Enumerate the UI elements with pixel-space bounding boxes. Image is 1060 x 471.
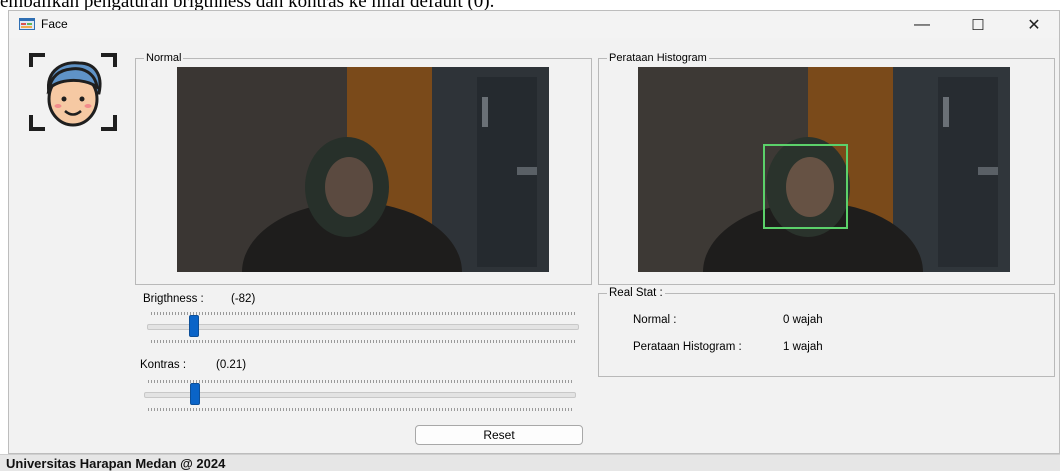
- brightness-label: Brigthness :: [143, 293, 204, 305]
- normal-group-label: Normal: [144, 51, 184, 65]
- reset-button[interactable]: Reset: [415, 425, 583, 445]
- close-button[interactable]: ✕: [1011, 11, 1057, 38]
- form-app-icon: [19, 18, 35, 30]
- stat-normal-label: Normal :: [633, 314, 677, 326]
- brightness-value: (-82): [231, 293, 256, 305]
- status-text: Universitas Harapan Medan @ 2024: [6, 456, 226, 471]
- brightness-track: [147, 324, 579, 330]
- contrast-track: [144, 392, 576, 398]
- contrast-ticks-bottom: [148, 408, 572, 411]
- contrast-slider[interactable]: [144, 377, 576, 411]
- brightness-ticks-top: [151, 312, 575, 315]
- histogram-video-view: [638, 67, 1010, 272]
- histogram-group-label: Perataan Histogram: [607, 51, 709, 65]
- stat-normal-value: 0 wajah: [783, 314, 823, 326]
- contrast-ticks-top: [148, 380, 572, 383]
- brightness-ticks-bottom: [151, 340, 575, 343]
- brightness-thumb[interactable]: [189, 315, 199, 337]
- minimize-button[interactable]: —: [899, 11, 945, 38]
- stat-histogram-value: 1 wajah: [783, 341, 823, 353]
- window-title: Face: [41, 17, 68, 31]
- stat-histogram-label: Perataan Histogram :: [633, 341, 742, 353]
- normal-video-view: [177, 67, 549, 272]
- face-scan-icon: [29, 53, 117, 131]
- contrast-label: Kontras :: [140, 359, 187, 371]
- contrast-thumb[interactable]: [190, 383, 200, 405]
- face-window: Face — ☐ ✕ Normal Perataan Histogram Bri…: [8, 10, 1060, 454]
- status-bar: Universitas Harapan Medan @ 2024: [0, 454, 1060, 471]
- maximize-button[interactable]: ☐: [955, 11, 1001, 38]
- brightness-slider[interactable]: [147, 309, 579, 343]
- contrast-value: (0.21): [216, 359, 247, 371]
- title-bar[interactable]: Face — ☐ ✕: [9, 11, 1059, 38]
- real-stat-groupbox: Real Stat :: [598, 286, 1055, 377]
- real-stat-label: Real Stat :: [607, 286, 665, 300]
